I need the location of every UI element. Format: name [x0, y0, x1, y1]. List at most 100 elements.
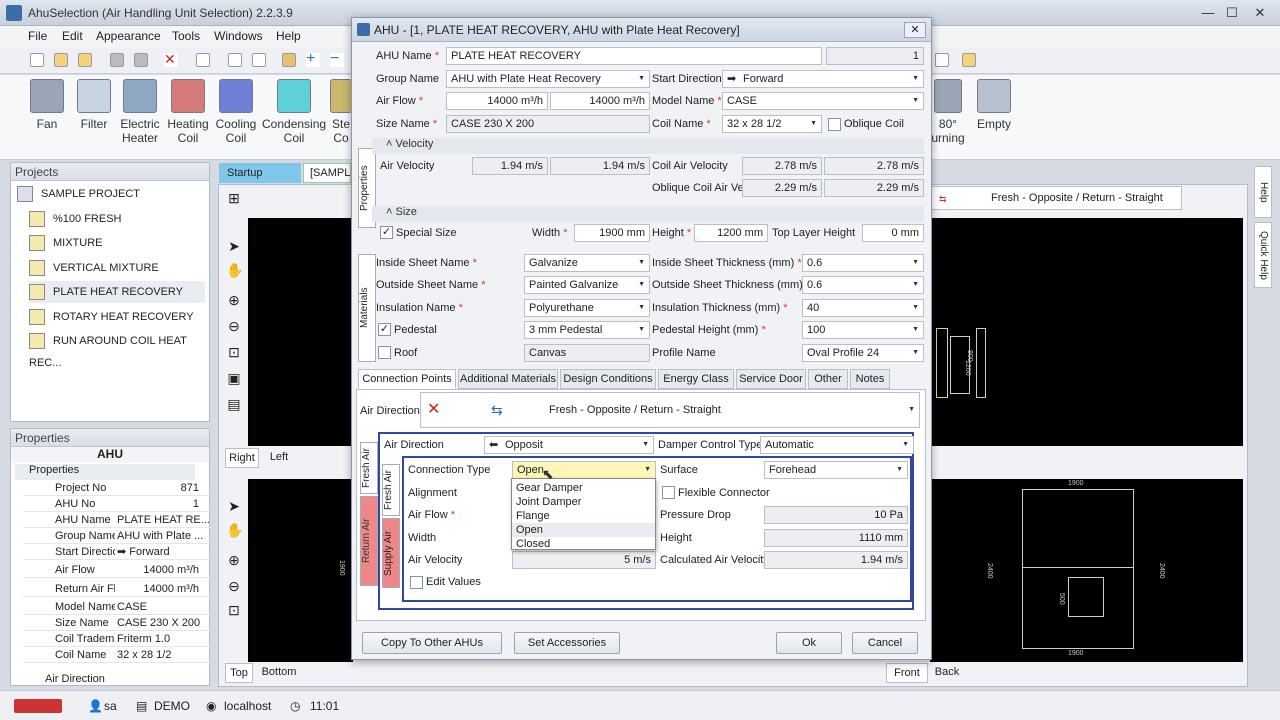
close-button[interactable]: ✕ [1250, 4, 1270, 22]
zoom-in-icon[interactable]: ⊕ [226, 552, 242, 568]
dialog-close-button[interactable]: ✕ [904, 22, 926, 38]
fresh-air-vtab[interactable]: Fresh Air [360, 442, 378, 494]
tab-notes[interactable]: Notes [850, 369, 890, 389]
pan-icon[interactable]: ✋ [226, 262, 243, 278]
tree-item-selected[interactable]: PLATE HEAT RECOVERY [29, 281, 205, 303]
ribbon-electric-heater[interactable]: Electric Heater [116, 79, 164, 145]
tab-other[interactable]: Other [808, 369, 848, 389]
option-joint-damper[interactable]: Joint Damper [516, 495, 581, 509]
width-input[interactable]: 1900 mm [574, 224, 650, 242]
help-side-tab[interactable]: Help [1254, 166, 1272, 218]
save-icon[interactable] [110, 53, 124, 67]
ok-button[interactable]: Ok [776, 632, 842, 654]
tab-startup[interactable]: Startup [219, 163, 301, 183]
zoom-in-icon[interactable]: ⊕ [226, 292, 242, 308]
tool-icon[interactable] [282, 53, 296, 67]
tab-design-conditions[interactable]: Design Conditions [560, 369, 656, 389]
airflow-input-2[interactable]: 14000 m³/h [550, 92, 650, 110]
folder-icon[interactable] [78, 53, 92, 67]
model-name-select[interactable]: CASE [722, 92, 924, 110]
tab-bottom-view[interactable]: Bottom [256, 663, 302, 683]
outside-sheet-select[interactable]: Painted Galvanize [524, 276, 650, 294]
connection-type-select[interactable]: Open [512, 461, 656, 479]
tab-top-view[interactable]: Top [225, 663, 253, 683]
prop-row[interactable]: Coil Name 32 x 28 1/2 [23, 647, 211, 663]
insulation-select[interactable]: Polyurethane [524, 299, 650, 317]
prop-row[interactable]: AHU Name PLATE HEAT RE... [23, 512, 211, 528]
tree-item[interactable]: %100 FRESH [29, 208, 121, 230]
ribbon-steam-coil[interactable]: Ste Co [330, 79, 352, 145]
option-open[interactable]: Open [512, 523, 655, 537]
zoom-out-icon[interactable]: ⊖ [226, 318, 242, 334]
fit-icon[interactable]: ⊡ [226, 602, 242, 618]
size-name-input[interactable]: CASE 230 X 200 [446, 115, 650, 133]
ribbon-condensing-coil[interactable]: Condensing Coil [262, 79, 326, 145]
ribbon-turning[interactable]: 80° urning [928, 79, 968, 145]
menu-windows[interactable]: Windows [214, 29, 263, 43]
ribbon-fan[interactable]: Fan [23, 79, 71, 131]
tab-front-view[interactable]: Front [886, 663, 928, 683]
pedestal-height-select[interactable]: 100 [802, 321, 924, 339]
damper-control-select[interactable]: Automatic [760, 436, 914, 454]
menu-appearance[interactable]: Appearance [96, 29, 161, 43]
export-icon[interactable]: ▤ [226, 396, 242, 412]
fresh-air-sub-vtab[interactable]: Fresh Air [382, 464, 400, 516]
materials-vtab[interactable]: Materials [358, 254, 376, 362]
tree-item[interactable]: MIXTURE [29, 232, 103, 254]
prop-row[interactable]: Coil Tradema Friterm 1.0 [23, 631, 211, 647]
pan-icon[interactable]: ✋ [226, 522, 243, 538]
grid-icon[interactable]: ⊞ [226, 190, 242, 206]
option-gear-damper[interactable]: Gear Damper [516, 481, 583, 495]
flexible-connector-checkbox[interactable] [662, 486, 675, 499]
ribbon-cooling-coil[interactable]: Cooling Coil [212, 79, 260, 145]
height-input[interactable]: 1200 mm [694, 224, 768, 242]
maximize-button[interactable]: ☐ [1222, 4, 1242, 22]
settings-icon[interactable] [962, 53, 976, 67]
ahu-name-input[interactable]: PLATE HEAT RECOVERY [446, 47, 822, 65]
menu-file[interactable]: File [28, 29, 47, 43]
cancel-button[interactable]: Cancel [852, 632, 918, 654]
quick-help-side-tab[interactable]: Quick Help [1254, 222, 1272, 288]
chart-icon[interactable] [935, 53, 949, 67]
inside-thickness-select[interactable]: 0.6 [802, 254, 924, 272]
prop-row[interactable]: Project No 871 [23, 480, 211, 496]
tab-back-view[interactable]: Back [930, 663, 964, 683]
inner-air-direction-select[interactable]: ⬅ Opposit [484, 436, 654, 454]
menu-help[interactable]: Help [276, 29, 301, 43]
top-layer-input[interactable]: 0 mm [862, 224, 924, 242]
tab-service-door[interactable]: Service Door [736, 369, 806, 389]
profile-select[interactable]: Oval Profile 24 [802, 344, 924, 362]
fit-icon[interactable]: ⊡ [226, 344, 242, 360]
special-size-checkbox[interactable]: ✓ [380, 226, 393, 239]
air-direction-select[interactable]: ✕ ⇆ Fresh - Opposite / Return - Straight [420, 392, 920, 428]
tab-right-view[interactable]: Right [225, 448, 259, 468]
tab-connection-points[interactable]: Connection Points [358, 369, 456, 389]
return-air-vtab[interactable]: Return Air [360, 496, 378, 586]
tab-left-view[interactable]: Left [262, 448, 296, 468]
edit-values-checkbox[interactable] [410, 576, 423, 589]
pointer-icon[interactable]: ➤ [226, 238, 242, 254]
prop-row[interactable]: Air Flow 14000 m³/h [23, 562, 211, 578]
insulation-thickness-select[interactable]: 40 [802, 299, 924, 317]
prop-row[interactable]: Return Air Fl 14000 m³/h [23, 581, 211, 597]
size-section[interactable]: ˄ Size [372, 206, 924, 222]
zoom-out-icon[interactable]: ⊖ [226, 578, 242, 594]
supply-air-vtab[interactable]: Supply Air [382, 518, 400, 588]
tree-item[interactable]: ROTARY HEAT RECOVERY [29, 306, 194, 328]
cad-view-front[interactable]: 1900 1900 2400 2400 500 [930, 479, 1243, 662]
tree-root[interactable]: SAMPLE PROJECT [17, 183, 140, 205]
pointer-icon[interactable]: ➤ [226, 498, 242, 514]
layers-icon[interactable]: ▣ [226, 370, 242, 386]
prop-row[interactable]: Model Name CASE [23, 599, 211, 615]
ahu-no-input[interactable]: 1 [826, 47, 924, 65]
roof-checkbox[interactable] [378, 346, 391, 359]
add-icon[interactable]: + [306, 51, 320, 67]
coil-name-select[interactable]: 32 x 28 1/2 [722, 115, 822, 133]
prop-row[interactable]: AHU No 1 [23, 496, 211, 512]
option-closed[interactable]: Closed [516, 537, 550, 551]
copy-icon[interactable] [196, 53, 210, 67]
minimize-button[interactable]: — [1198, 4, 1218, 22]
cad-view-right-2[interactable]: 800 1200 [930, 218, 1243, 446]
tree-item[interactable]: RUN AROUND COIL HEAT REC... [29, 330, 209, 369]
start-direction-select[interactable]: ➡ Forward [722, 70, 924, 88]
